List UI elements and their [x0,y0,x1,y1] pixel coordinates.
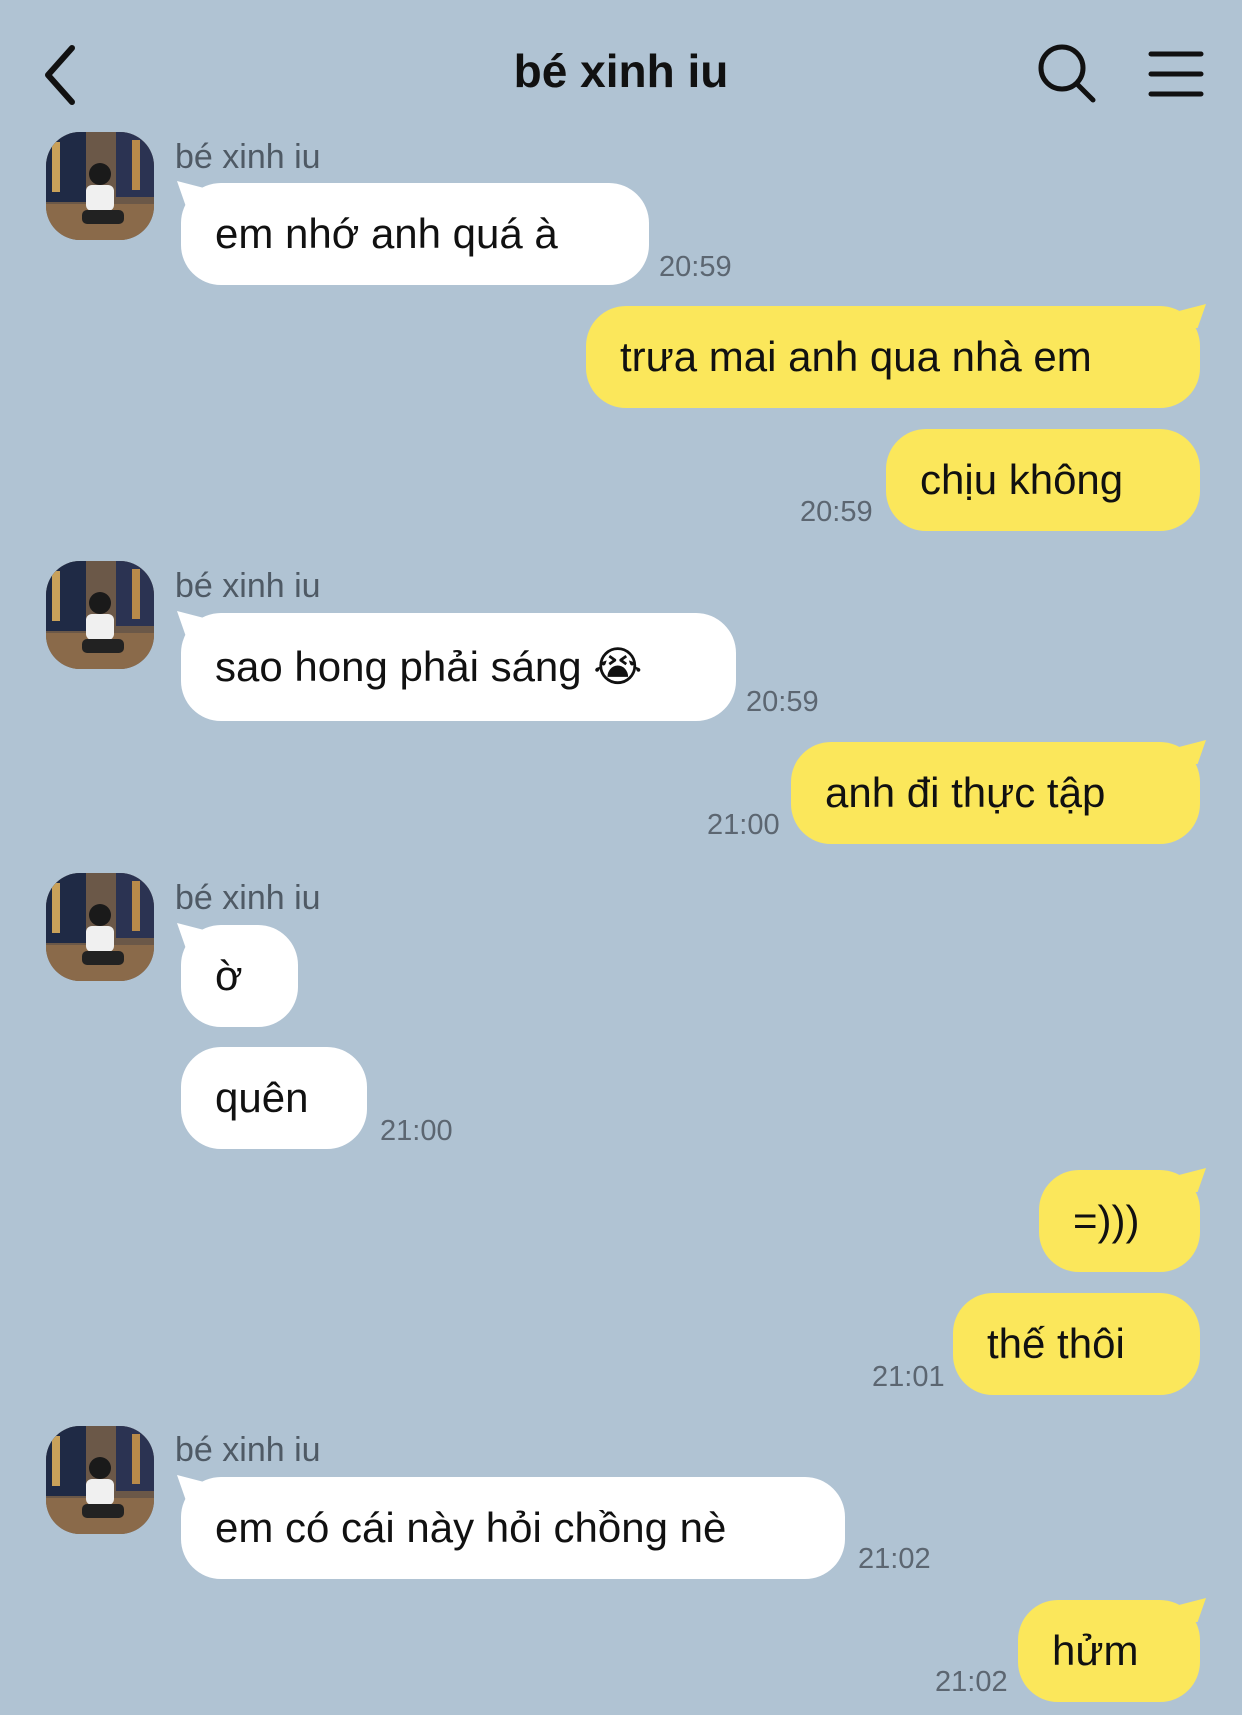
chat-screen: bé xinh iu bé xinh iu em nhớ anh quá à 2… [0,0,1242,1715]
message-time: 21:00 [707,809,780,841]
chat-header: bé xinh iu [0,0,1242,130]
message-time: 21:02 [935,1666,1008,1698]
sender-name: bé xinh iu [175,1431,321,1469]
message-bubble-incoming[interactable]: em có cái này hỏi chồng nè [181,1477,845,1579]
message-bubble-incoming[interactable]: sao hong phải sáng 😭 [181,613,736,721]
message-bubble-outgoing[interactable]: thế thôi [953,1293,1200,1395]
message-time: 21:00 [380,1115,453,1147]
message-time: 21:01 [872,1361,945,1393]
message-time: 20:59 [800,496,873,528]
contact-avatar[interactable] [46,132,154,240]
contact-avatar[interactable] [46,1426,154,1534]
message-bubble-outgoing[interactable]: trưa mai anh qua nhà em [586,306,1200,408]
hamburger-menu-icon [1148,51,1204,97]
sender-name: bé xinh iu [175,138,321,176]
message-bubble-incoming[interactable]: em nhớ anh quá à [181,183,649,285]
profile-photo-icon [46,132,154,240]
contact-avatar[interactable] [46,561,154,669]
sender-name: bé xinh iu [175,879,321,917]
message-bubble-outgoing[interactable]: anh đi thực tập [791,742,1200,844]
message-bubble-outgoing[interactable]: =))) [1039,1170,1200,1272]
message-bubble-incoming[interactable]: quên [181,1047,367,1149]
message-time: 21:02 [858,1543,931,1575]
message-time: 20:59 [659,251,732,283]
message-bubble-incoming[interactable]: ờ [181,925,298,1027]
menu-button[interactable] [1148,48,1204,100]
contact-avatar[interactable] [46,873,154,981]
search-icon [1038,44,1096,103]
message-bubble-outgoing[interactable]: chịu không [886,429,1200,531]
profile-photo-icon [46,873,154,981]
profile-photo-icon [46,561,154,669]
profile-photo-icon [46,1426,154,1534]
search-button[interactable] [1036,42,1098,106]
message-bubble-outgoing[interactable]: hửm [1018,1600,1200,1702]
message-time: 20:59 [746,686,819,718]
sender-name: bé xinh iu [175,567,321,605]
